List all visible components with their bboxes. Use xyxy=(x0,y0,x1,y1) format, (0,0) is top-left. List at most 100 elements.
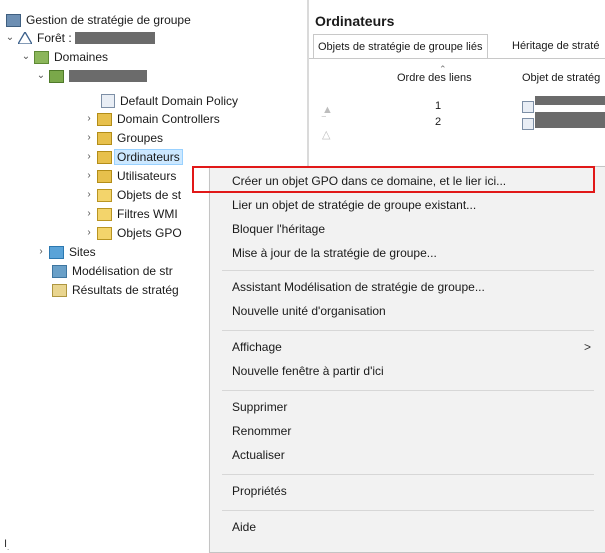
tree-item-objets-strategie[interactable]: › Objets de st xyxy=(83,187,181,203)
menu-label: Bloquer l'héritage xyxy=(232,222,326,236)
gpo-link-icon xyxy=(522,118,534,130)
results-icon xyxy=(52,283,67,297)
chevron-right-icon[interactable]: › xyxy=(83,208,95,220)
tree-item-default-domain-policy[interactable]: Default Domain Policy xyxy=(101,93,238,109)
tree-item-domain-controllers[interactable]: › Domain Controllers xyxy=(83,111,220,127)
chevron-down-icon[interactable]: ⌄ xyxy=(35,70,47,82)
menu-separator xyxy=(222,474,594,475)
chevron-down-icon[interactable]: ⌄ xyxy=(4,32,16,44)
tree-label: Forêt : xyxy=(37,31,72,45)
ou-folder-icon xyxy=(97,112,112,126)
redacted-forest-name xyxy=(74,32,155,44)
annotation-highlight-box xyxy=(192,166,595,193)
menu-label: Aide xyxy=(232,520,257,534)
tab-linked-gpos[interactable]: Objets de stratégie de groupe liés xyxy=(313,34,488,59)
tree-label: Groupes xyxy=(117,131,164,145)
forest-icon xyxy=(16,30,34,45)
tree-label: Résultats de stratég xyxy=(72,283,179,297)
gpo-link-icon xyxy=(522,101,534,113)
tree-label: Domain Controllers xyxy=(117,112,220,126)
menu-label: Actualiser xyxy=(232,448,285,462)
menu-item-refresh[interactable]: Actualiser xyxy=(210,443,605,467)
tree-label: Sites xyxy=(69,245,96,259)
menu-item-delete[interactable]: Supprimer xyxy=(210,395,605,419)
menu-item-group-policy-update[interactable]: Mise à jour de la stratégie de groupe... xyxy=(210,241,605,265)
redacted-gpo-name xyxy=(535,112,605,128)
gpo-link-icon xyxy=(101,94,115,108)
tree-label: Objets de st xyxy=(117,188,182,202)
move-up-icon[interactable]: △ xyxy=(322,128,330,141)
menu-label: Nouvelle fenêtre à partir d'ici xyxy=(232,364,384,378)
menu-item-rename[interactable]: Renommer xyxy=(210,419,605,443)
chevron-right-icon[interactable]: › xyxy=(83,132,95,144)
context-menu: Créer un objet GPO dans ce domaine, et l… xyxy=(209,166,605,553)
chevron-right-icon[interactable]: › xyxy=(35,246,47,258)
menu-label: Renommer xyxy=(232,424,292,438)
menu-item-help[interactable]: Aide xyxy=(210,515,605,539)
chevron-right-icon[interactable]: › xyxy=(83,227,95,239)
tree-item-filtres-wmi[interactable]: › Filtres WMI xyxy=(83,206,177,222)
redacted-domain-name xyxy=(69,70,147,82)
column-header-link-order[interactable]: Ordre des liens xyxy=(397,72,472,84)
text-cursor-icon: I. xyxy=(4,538,10,553)
tree-item-domains[interactable]: ⌄ Domaines xyxy=(20,49,108,65)
menu-item-link-existing-gpo[interactable]: Lier un objet de stratégie de groupe exi… xyxy=(210,193,605,217)
table-cell-order: 2 xyxy=(435,116,442,128)
tree-item-objets-gpo[interactable]: › Objets GPO xyxy=(83,225,182,241)
redacted-gpo-name xyxy=(535,96,605,105)
tree-item-modelisation[interactable]: Modélisation de str xyxy=(52,263,173,279)
tree-item-sites[interactable]: › Sites xyxy=(35,244,96,260)
wmi-filter-icon xyxy=(97,207,112,221)
tree-item-forest[interactable]: ⌄ Forêt : xyxy=(4,30,155,46)
chevron-right-icon[interactable]: › xyxy=(83,113,95,125)
ou-folder-icon xyxy=(97,169,112,183)
gpo-container-icon xyxy=(97,188,112,202)
tree-label-selected: Ordinateurs xyxy=(114,149,183,165)
menu-label: Assistant Modélisation de stratégie de g… xyxy=(232,280,485,294)
tree-item-ordinateurs[interactable]: › Ordinateurs xyxy=(83,149,183,165)
move-top-icon[interactable]: ▲ ‾ xyxy=(322,104,333,128)
menu-separator xyxy=(222,390,594,391)
menu-item-new-window[interactable]: Nouvelle fenêtre à partir d'ici xyxy=(210,359,605,383)
menu-item-new-ou[interactable]: Nouvelle unité d'organisation xyxy=(210,299,605,323)
menu-item-block-inheritance[interactable]: Bloquer l'héritage xyxy=(210,217,605,241)
menu-item-properties[interactable]: Propriétés xyxy=(210,479,605,503)
tree-label: Domaines xyxy=(54,50,109,64)
tree-label: Utilisateurs xyxy=(117,169,177,183)
tree-label: Modélisation de str xyxy=(72,264,173,278)
menu-label: Nouvelle unité d'organisation xyxy=(232,304,386,318)
menu-item-view[interactable]: Affichage > xyxy=(210,335,605,359)
gpm-icon xyxy=(6,13,21,27)
tree-item-groupes[interactable]: › Groupes xyxy=(83,130,163,146)
chevron-right-icon[interactable]: › xyxy=(83,151,95,163)
menu-separator xyxy=(222,510,594,511)
ou-folder-icon xyxy=(97,150,112,164)
tree-item-domain[interactable]: ⌄ xyxy=(35,68,147,84)
modeling-icon xyxy=(52,264,67,278)
tree-item-utilisateurs[interactable]: › Utilisateurs xyxy=(83,168,176,184)
domain-icon xyxy=(49,69,64,83)
menu-label: Propriétés xyxy=(232,484,287,498)
chevron-right-icon[interactable]: › xyxy=(83,189,95,201)
tree-label: Objets GPO xyxy=(117,226,182,240)
tab-divider xyxy=(309,58,605,59)
menu-label: Lier un objet de stratégie de groupe exi… xyxy=(232,198,477,212)
column-header-gpo[interactable]: Objet de stratég xyxy=(522,72,600,84)
menu-item-modeling-wizard[interactable]: Assistant Modélisation de stratégie de g… xyxy=(210,275,605,299)
sites-icon xyxy=(49,245,64,259)
menu-label: Affichage xyxy=(232,340,282,354)
menu-label: Supprimer xyxy=(232,400,288,414)
tab-inheritance[interactable]: Héritage de straté xyxy=(508,34,603,58)
menu-separator xyxy=(222,270,594,271)
tree-item-resultats[interactable]: Résultats de stratég xyxy=(52,282,179,298)
chevron-right-icon[interactable]: › xyxy=(83,170,95,182)
submenu-arrow-icon: > xyxy=(583,340,591,354)
menu-separator xyxy=(222,330,594,331)
menu-label: Mise à jour de la stratégie de groupe... xyxy=(232,246,437,260)
chevron-down-icon[interactable]: ⌄ xyxy=(20,51,32,63)
tree-label: Gestion de stratégie de groupe xyxy=(26,13,191,27)
tree-item-gpm[interactable]: Gestion de stratégie de groupe xyxy=(6,12,191,28)
tree-label: Default Domain Policy xyxy=(120,94,239,108)
page-title: Ordinateurs xyxy=(315,13,395,29)
gpo-starter-icon xyxy=(97,226,112,240)
